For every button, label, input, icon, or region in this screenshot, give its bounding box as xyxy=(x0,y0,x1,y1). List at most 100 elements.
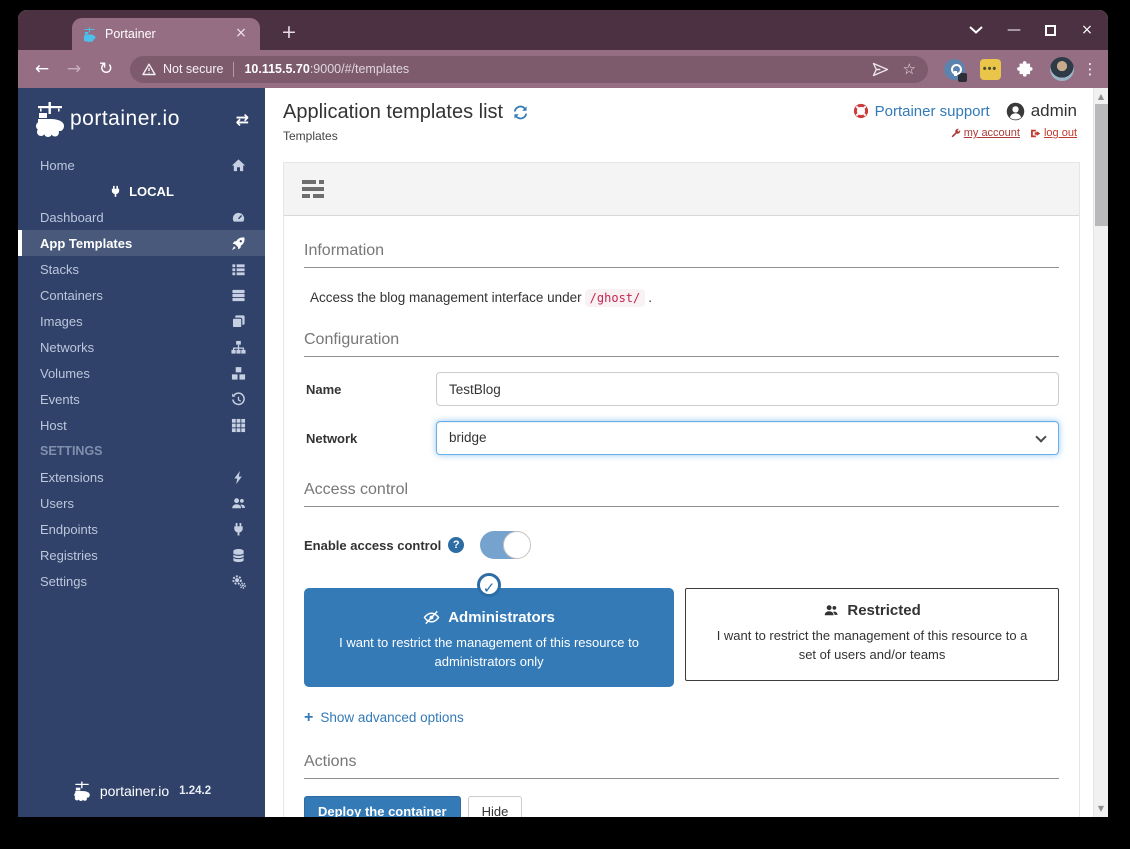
sidebar-item-endpoints[interactable]: Endpoints xyxy=(18,516,265,542)
widget-body: Information Access the blog management i… xyxy=(284,216,1079,817)
list-icon xyxy=(229,262,247,277)
sidebar-nav: Home LOCAL Dashboard App Templates Stack… xyxy=(18,150,265,771)
portainer-support-link[interactable]: Portainer support xyxy=(853,103,990,120)
bookmark-star-icon[interactable]: ☆ xyxy=(903,60,916,78)
minimize-button[interactable]: — xyxy=(1005,22,1023,38)
ownership-administrators-option[interactable]: ✓ Administrators I want to restrict the … xyxy=(304,588,674,687)
layers-icon xyxy=(229,314,247,329)
life-ring-icon xyxy=(853,103,869,119)
history-icon xyxy=(229,392,247,407)
sidebar-item-images[interactable]: Images xyxy=(18,308,265,334)
page-header: Application templates list Templates Por… xyxy=(265,88,1093,143)
network-select[interactable]: bridge xyxy=(436,421,1059,455)
users-icon xyxy=(823,603,839,618)
sidebar-item-users[interactable]: Users xyxy=(18,490,265,516)
sidebar-item-stacks[interactable]: Stacks xyxy=(18,256,265,282)
not-secure-warning-icon xyxy=(142,63,156,76)
eye-slash-icon xyxy=(423,610,440,625)
breadcrumb[interactable]: Templates xyxy=(283,129,529,143)
server-icon xyxy=(229,288,247,303)
section-actions: Actions xyxy=(304,753,1059,779)
logo-text: portainer.io xyxy=(70,107,180,131)
plug-icon xyxy=(109,185,122,198)
help-icon[interactable]: ? xyxy=(448,537,464,553)
name-input[interactable] xyxy=(436,372,1059,406)
sidebar-item-dashboard[interactable]: Dashboard xyxy=(18,204,265,230)
access-control-toggle[interactable] xyxy=(480,531,530,559)
home-icon xyxy=(229,158,247,173)
tasks-icon xyxy=(302,180,324,198)
scroll-down-icon[interactable]: ▼ xyxy=(1098,802,1104,817)
url-divider xyxy=(233,62,234,77)
new-tab-button[interactable]: + xyxy=(276,20,302,46)
sidebar-footer: portainer.io 1.24.2 xyxy=(18,771,265,817)
template-description: Access the blog management interface und… xyxy=(310,290,1059,305)
sidebar-item-host[interactable]: Host xyxy=(18,412,265,438)
plug-icon xyxy=(229,522,247,537)
footer-logo-text: portainer.io xyxy=(100,783,169,799)
tab-search-chevron-icon[interactable] xyxy=(969,26,983,34)
not-secure-label[interactable]: Not secure xyxy=(163,62,223,76)
forward-button[interactable]: → xyxy=(60,55,88,83)
sidebar-item-settings[interactable]: Settings xyxy=(18,568,265,594)
rocket-icon xyxy=(229,236,247,251)
sidebar-item-networks[interactable]: Networks xyxy=(18,334,265,360)
close-window-button[interactable]: × xyxy=(1078,22,1096,38)
gauge-icon xyxy=(229,210,247,225)
sidebar-item-extensions[interactable]: Extensions xyxy=(18,464,265,490)
template-widget: Information Access the blog management i… xyxy=(283,162,1080,817)
hide-button[interactable]: Hide xyxy=(468,796,523,817)
page-title: Application templates list xyxy=(283,101,503,124)
sidebar-item-app-templates[interactable]: App Templates xyxy=(18,230,265,256)
browser-titlebar: Portainer × + — × xyxy=(18,10,1108,50)
bolt-icon xyxy=(229,470,247,485)
section-information: Information xyxy=(304,242,1059,268)
maximize-button[interactable] xyxy=(1045,25,1056,36)
browser-toolbar: ← → ↻ Not secure 10.115.5.70 :9000/#/tem… xyxy=(18,50,1108,88)
reload-button[interactable]: ↻ xyxy=(92,55,120,83)
sidebar-item-home[interactable]: Home xyxy=(18,152,265,178)
current-user: admin xyxy=(1006,101,1077,121)
sidebar-section-settings: SETTINGS xyxy=(18,438,265,464)
browser-tab[interactable]: Portainer × xyxy=(72,18,260,50)
code-path: /ghost/ xyxy=(585,289,646,307)
sidebar-endpoint-header: LOCAL xyxy=(18,178,265,204)
network-label: Network xyxy=(304,431,436,446)
sidebar-logo[interactable]: portainer.io ⇄ xyxy=(18,88,265,150)
browser-menu-icon[interactable]: ⋮ xyxy=(1082,60,1098,78)
tab-title: Portainer xyxy=(105,27,232,41)
sidebar-item-events[interactable]: Events xyxy=(18,386,265,412)
sidebar-item-volumes[interactable]: Volumes xyxy=(18,360,265,386)
back-button[interactable]: ← xyxy=(28,55,56,83)
send-to-device-icon[interactable] xyxy=(872,62,889,77)
widget-header xyxy=(284,163,1079,216)
password-manager-extension-icon[interactable] xyxy=(941,56,967,82)
profile-avatar[interactable] xyxy=(1049,56,1075,82)
deploy-container-button[interactable]: Deploy the container xyxy=(304,796,461,817)
portainer-favicon-icon xyxy=(82,27,97,42)
log-out-link[interactable]: log out xyxy=(1030,127,1077,139)
enable-access-control-label: Enable access control xyxy=(304,538,441,553)
grid-icon xyxy=(229,418,247,433)
url-host: 10.115.5.70 xyxy=(244,62,309,76)
refresh-icon[interactable] xyxy=(512,104,529,121)
users-icon xyxy=(229,496,247,511)
wrench-icon xyxy=(950,128,961,139)
scrollbar-thumb[interactable] xyxy=(1095,104,1108,226)
version-label: 1.24.2 xyxy=(179,785,211,797)
sidebar-item-registries[interactable]: Registries xyxy=(18,542,265,568)
sidebar-collapse-icon[interactable]: ⇄ xyxy=(236,110,249,129)
tab-close-icon[interactable]: × xyxy=(232,25,250,43)
selected-check-icon: ✓ xyxy=(477,573,501,597)
user-circle-icon xyxy=(1006,102,1025,121)
section-configuration: Configuration xyxy=(304,331,1059,357)
extensions-puzzle-icon[interactable] xyxy=(1013,56,1039,82)
sidebar-item-containers[interactable]: Containers xyxy=(18,282,265,308)
show-advanced-options-link[interactable]: + Show advanced options xyxy=(304,709,1059,727)
yellow-extension-icon[interactable]: ••• xyxy=(977,56,1003,82)
scroll-up-icon[interactable]: ▲ xyxy=(1098,88,1104,103)
my-account-link[interactable]: my account xyxy=(950,127,1020,139)
ownership-restricted-option[interactable]: Restricted I want to restrict the manage… xyxy=(685,588,1059,681)
page-scrollbar[interactable]: ▲ ▼ xyxy=(1093,88,1108,817)
url-bar[interactable]: Not secure 10.115.5.70 :9000/#/templates… xyxy=(130,56,928,83)
